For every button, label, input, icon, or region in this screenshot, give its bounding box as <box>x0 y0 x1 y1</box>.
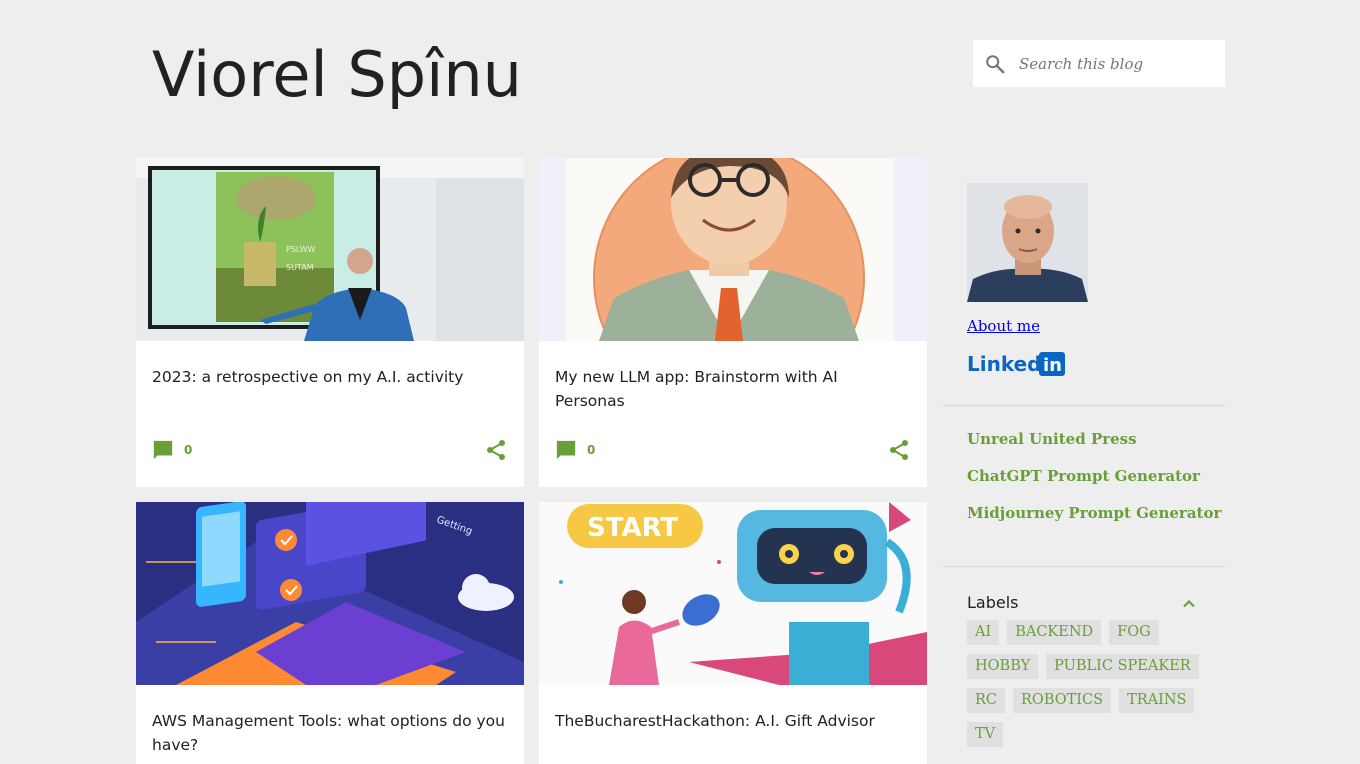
post-title[interactable]: TheBucharestHackathon: A.I. Gift Advisor <box>555 709 911 733</box>
sidebar-divider <box>943 405 1225 406</box>
chevron-up-icon[interactable] <box>1179 594 1199 614</box>
label-ai[interactable]: AI <box>967 620 1000 645</box>
post-card[interactable]: START TheBucharestHackathon: A.I. Gift A… <box>539 502 927 764</box>
share-icon[interactable] <box>887 438 911 462</box>
post-thumbnail[interactable]: START <box>539 502 927 685</box>
avatar[interactable] <box>967 183 1088 302</box>
search-input[interactable] <box>1019 40 1215 87</box>
label-public-speaker[interactable]: PUBLIC SPEAKER <box>1046 654 1199 679</box>
label-tv[interactable]: TV <box>967 722 1004 747</box>
labels-list: AI BACKEND FOG HOBBY PUBLIC SPEAKER RC R… <box>967 620 1207 756</box>
sidebar-link-chatgpt-prompt-generator[interactable]: ChatGPT Prompt Generator <box>967 467 1200 485</box>
post-thumbnail[interactable]: PSLWW SUTAM <box>136 158 524 341</box>
slide-text-2: SUTAM <box>286 263 314 272</box>
comment-count: 0 <box>184 443 193 457</box>
linkedin-text: Linked <box>967 352 1041 376</box>
start-sign: START <box>587 513 678 543</box>
comment-count: 0 <box>587 443 596 457</box>
label-fog[interactable]: FOG <box>1109 620 1159 645</box>
post-thumbnail[interactable] <box>539 158 927 341</box>
labels-heading: Labels <box>967 593 1019 612</box>
post-title[interactable]: AWS Management Tools: what options do yo… <box>152 709 508 757</box>
label-trains[interactable]: TRAINS <box>1119 688 1195 713</box>
linkedin-logo[interactable]: Linked in <box>967 351 1067 381</box>
search-box[interactable] <box>973 40 1225 87</box>
label-hobby[interactable]: HOBBY <box>967 654 1039 679</box>
comments-link[interactable]: 0 <box>152 438 192 462</box>
slide-text-1: PSLWW <box>286 245 316 254</box>
label-rc[interactable]: RC <box>967 688 1006 713</box>
blog-title[interactable]: Viorel Spînu <box>152 38 522 111</box>
comments-link[interactable]: 0 <box>555 438 595 462</box>
share-icon[interactable] <box>484 438 508 462</box>
post-card[interactable]: My new LLM app: Brainstorm with AI Perso… <box>539 158 927 487</box>
post-title[interactable]: 2023: a retrospective on my A.I. activit… <box>152 365 508 389</box>
post-card[interactable]: Getting AWS Management Tools: what optio… <box>136 502 524 764</box>
post-card[interactable]: PSLWW SUTAM 2023: a retrospective on my … <box>136 158 524 487</box>
sidebar-link-midjourney-prompt-generator[interactable]: Midjourney Prompt Generator <box>967 504 1221 522</box>
sidebar-divider <box>943 566 1225 567</box>
label-robotics[interactable]: ROBOTICS <box>1013 688 1112 713</box>
search-icon[interactable] <box>984 53 1006 75</box>
label-backend[interactable]: BACKEND <box>1007 620 1102 645</box>
post-thumbnail[interactable]: Getting <box>136 502 524 685</box>
linkedin-in-text: in <box>1043 355 1062 376</box>
about-me-link[interactable]: About me <box>967 317 1040 335</box>
comment-icon <box>556 440 576 460</box>
comment-icon <box>153 440 173 460</box>
sidebar-link-unreal-united-press[interactable]: Unreal United Press <box>967 430 1137 448</box>
post-title[interactable]: My new LLM app: Brainstorm with AI Perso… <box>555 365 911 413</box>
